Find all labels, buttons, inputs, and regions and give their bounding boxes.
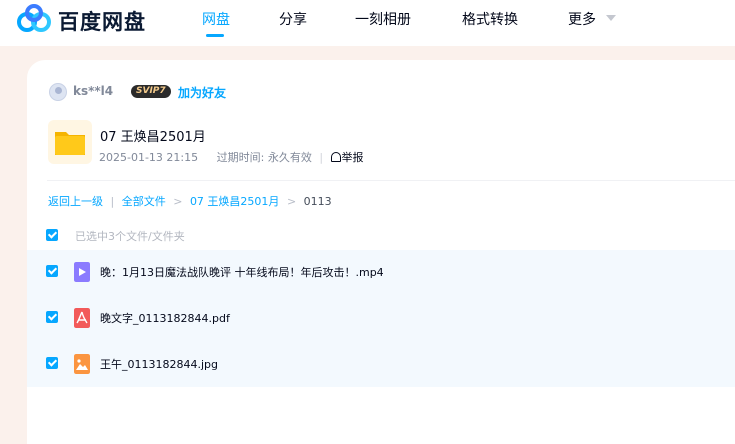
chevron-down-icon[interactable] xyxy=(606,15,616,21)
video-file-icon xyxy=(74,262,90,282)
sharer-username: ks**l4 xyxy=(73,84,114,98)
nav-tab-more[interactable]: 更多 xyxy=(568,9,596,29)
share-panel: ks**l4 SVIP7 加为好友 07 王焕昌2501月 2025-01-13… xyxy=(27,60,735,444)
meta-separator: | xyxy=(319,151,324,164)
select-all-checkbox[interactable] xyxy=(46,229,58,241)
file-name[interactable]: 晚文字_0113182844.pdf xyxy=(100,310,230,326)
nav-tab-format-convert[interactable]: 格式转换 xyxy=(462,9,518,29)
nav-tab-album[interactable]: 一刻相册 xyxy=(355,9,411,29)
file-checkbox[interactable] xyxy=(46,311,58,323)
top-navbar: 百度网盘 网盘 分享 一刻相册 格式转换 更多 xyxy=(0,0,735,46)
active-tab-indicator xyxy=(206,34,224,37)
breadcrumb-item-folder[interactable]: 07 王焕昌2501月 xyxy=(190,193,280,209)
selection-count: 已选中3个文件/文件夹 xyxy=(75,230,185,243)
file-checkbox[interactable] xyxy=(46,357,58,369)
pdf-file-icon xyxy=(74,308,90,328)
breadcrumb: 返回上一级 | 全部文件 > 07 王焕昌2501月 > 0113 xyxy=(48,193,332,209)
breadcrumb-separator: > xyxy=(173,195,183,208)
expire-info: 过期时间: 永久有效 xyxy=(216,151,312,164)
breadcrumb-separator: | xyxy=(110,195,115,208)
share-date: 2025-01-13 21:15 xyxy=(99,151,199,164)
breadcrumb-current: 0113 xyxy=(303,195,332,208)
add-friend-link[interactable]: 加为好友 xyxy=(178,84,226,101)
file-row[interactable]: 晚：1月13日魔法战队晚评 十年线布局！年后攻击！.mp4 xyxy=(27,250,735,296)
report-icon xyxy=(330,152,341,162)
vip-badge: SVIP7 xyxy=(131,85,171,98)
nav-tab-netdisk[interactable]: 网盘 xyxy=(202,9,230,29)
file-name[interactable]: 晚：1月13日魔法战队晚评 十年线布局！年后攻击！.mp4 xyxy=(100,264,384,280)
breadcrumb-separator: > xyxy=(286,195,297,208)
folder-meta: 2025-01-13 21:15 过期时间: 永久有效 | 举报 xyxy=(99,149,364,165)
brand-name: 百度网盘 xyxy=(58,10,146,34)
file-row[interactable]: 王午_0113182844.jpg xyxy=(27,342,735,388)
avatar[interactable] xyxy=(49,83,67,101)
brand-logo[interactable]: 百度网盘 xyxy=(16,4,156,34)
folder-title: 07 王焕昌2501月 xyxy=(100,130,206,145)
file-checkbox[interactable] xyxy=(46,265,58,277)
file-row[interactable]: 晚文字_0113182844.pdf xyxy=(27,296,735,342)
image-file-icon xyxy=(74,354,90,374)
folder-icon xyxy=(55,132,85,155)
file-list: 晚：1月13日魔法战队晚评 十年线布局！年后攻击！.mp4 晚文字_011318… xyxy=(27,250,735,387)
breadcrumb-item-all-files[interactable]: 全部文件 xyxy=(122,193,166,209)
file-name[interactable]: 王午_0113182844.jpg xyxy=(100,356,218,372)
meta-separator xyxy=(206,151,210,164)
nav-tab-share[interactable]: 分享 xyxy=(279,9,307,29)
divider xyxy=(47,180,735,181)
breadcrumb-back[interactable]: 返回上一级 xyxy=(48,193,103,209)
folder-thumbnail xyxy=(48,120,92,164)
report-link[interactable]: 举报 xyxy=(330,149,364,165)
report-label: 举报 xyxy=(341,151,364,164)
baidu-netdisk-logo-icon xyxy=(17,4,51,32)
